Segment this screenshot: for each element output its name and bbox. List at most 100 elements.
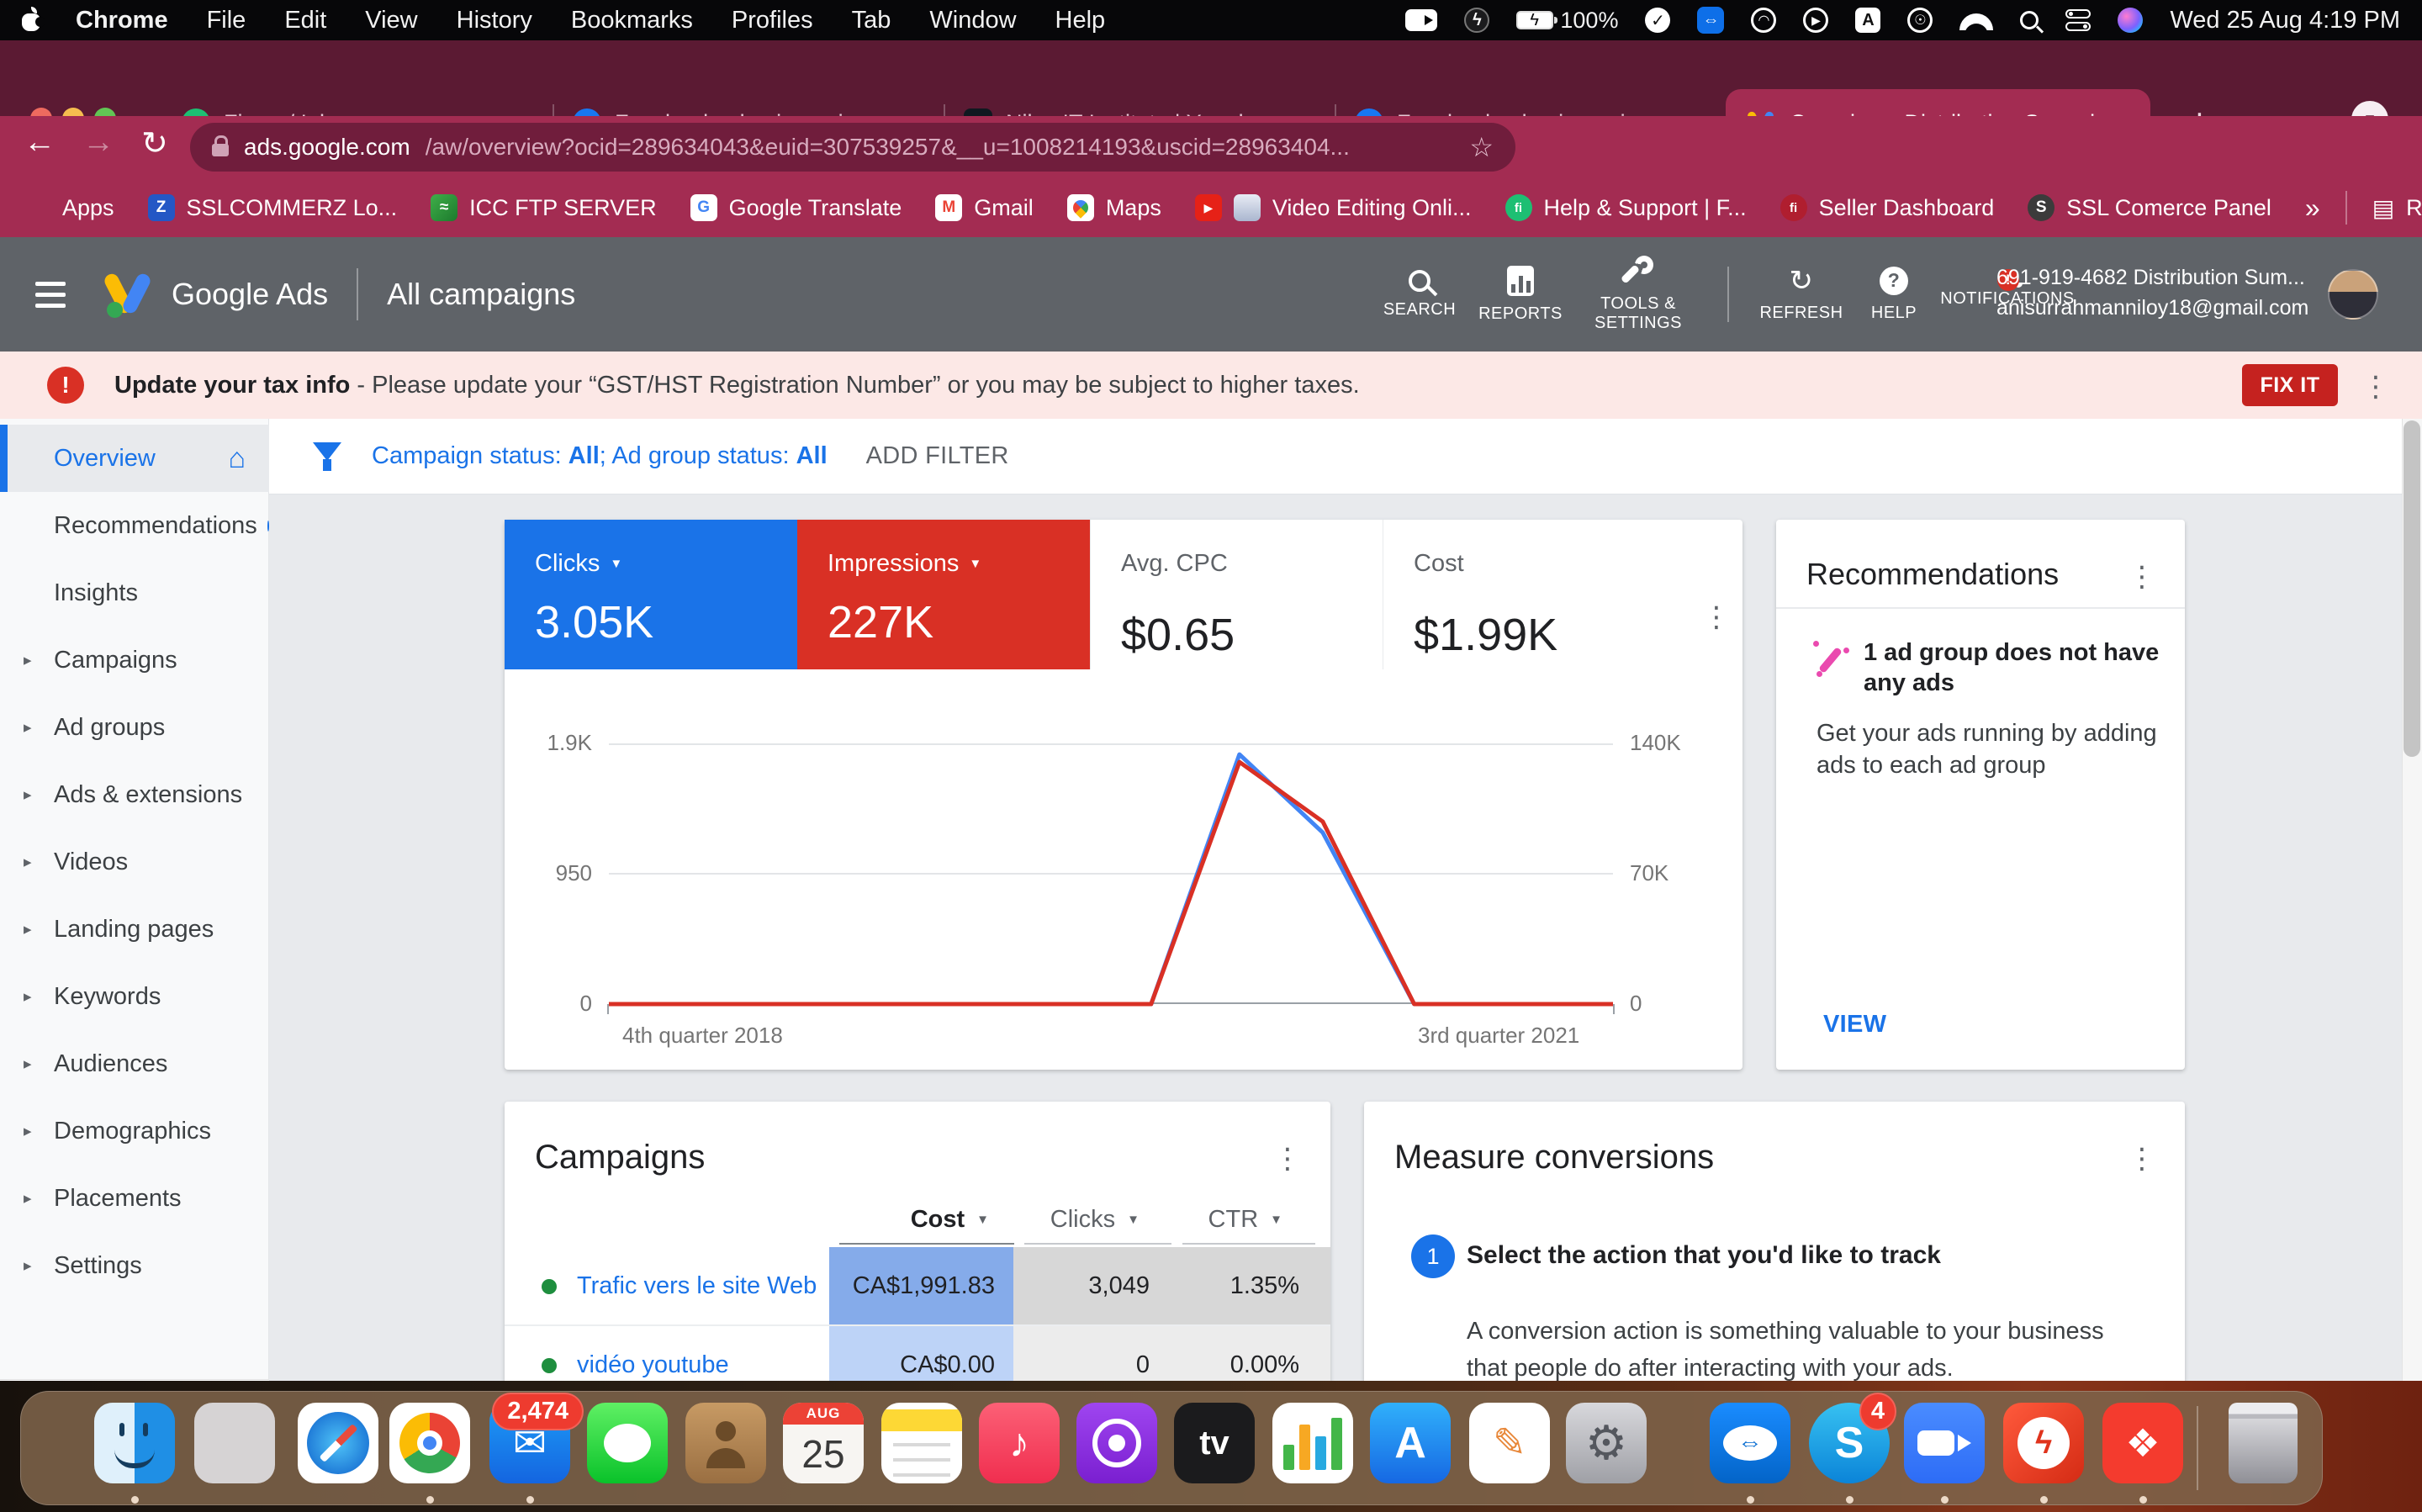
bookmark-icc-ftp[interactable]: ≈ ICC FTP SERVER bbox=[431, 194, 657, 221]
card-kebab-icon[interactable]: ⋮ bbox=[1273, 1142, 1302, 1176]
page-scrollbar-thumb[interactable] bbox=[2403, 420, 2420, 757]
sidebar-item-videos[interactable]: ▸Videos bbox=[0, 828, 269, 896]
metric-cost[interactable]: Cost $1.99K bbox=[1383, 520, 1675, 669]
forward-button[interactable]: → bbox=[82, 124, 114, 161]
metric-clicks[interactable]: Clicks▼ 3.05K bbox=[505, 520, 797, 669]
dock-contacts-icon[interactable] bbox=[685, 1403, 766, 1483]
reading-list-button[interactable]: ▤ Reading List bbox=[2372, 194, 2422, 222]
time-series-plot[interactable] bbox=[609, 743, 1613, 1004]
dock-podcasts-icon[interactable] bbox=[1076, 1403, 1157, 1483]
menu-view[interactable]: View bbox=[365, 7, 417, 34]
dock-teamviewer-icon[interactable]: ⇔ bbox=[1710, 1403, 1790, 1483]
chart-kebab-icon[interactable]: ⋮ bbox=[1702, 600, 1731, 634]
sidebar-item-placements[interactable]: ▸Placements bbox=[0, 1165, 269, 1232]
menu-profiles[interactable]: Profiles bbox=[732, 7, 813, 34]
sidebar-item-insights[interactable]: Insights bbox=[0, 559, 269, 626]
bookmark-star-icon[interactable]: ☆ bbox=[1469, 131, 1494, 163]
menu-clock[interactable]: Wed 25 Aug 4:19 PM bbox=[2170, 7, 2400, 34]
menu-bookmarks[interactable]: Bookmarks bbox=[571, 7, 693, 34]
shield-check-icon[interactable]: ✓ bbox=[1645, 8, 1670, 33]
sidebar-item-audiences[interactable]: ▸Audiences bbox=[0, 1030, 269, 1097]
dock-notes-icon[interactable] bbox=[881, 1403, 962, 1483]
teamviewer-status-icon[interactable]: ⇔ bbox=[1697, 7, 1724, 34]
dock-safari-icon[interactable] bbox=[298, 1403, 378, 1483]
campaign-link[interactable]: Trafic vers le site Web bbox=[577, 1247, 817, 1324]
wifi-icon[interactable] bbox=[1959, 10, 1993, 30]
status-app-icon[interactable]: ϟ bbox=[1464, 8, 1489, 33]
sidebar-item-landing-pages[interactable]: ▸Landing pages bbox=[0, 896, 269, 963]
battery-indicator[interactable]: ϟ 100% bbox=[1516, 8, 1618, 34]
dock-red-utility-icon[interactable]: ❖ bbox=[2102, 1403, 2183, 1483]
spotlight-icon[interactable] bbox=[2020, 11, 2039, 29]
menu-edit[interactable]: Edit bbox=[284, 7, 326, 34]
dock-music-icon[interactable]: ♪ bbox=[979, 1403, 1060, 1483]
filter-value-2[interactable]: All bbox=[796, 442, 828, 469]
refresh-nav-button[interactable]: ↻ REFRESH bbox=[1751, 267, 1852, 323]
sidebar-item-settings[interactable]: ▸Settings bbox=[0, 1232, 269, 1299]
lock-icon[interactable] bbox=[212, 144, 229, 156]
back-button[interactable]: ← bbox=[24, 124, 56, 161]
help-nav-button[interactable]: ? HELP bbox=[1852, 267, 1936, 323]
dock-skype-icon[interactable]: S4 bbox=[1809, 1403, 1890, 1483]
bookmark-gmail[interactable]: M Gmail bbox=[935, 194, 1034, 221]
bookmark-maps[interactable]: Maps bbox=[1067, 194, 1161, 221]
card-kebab-icon[interactable]: ⋮ bbox=[2128, 1142, 2156, 1176]
banner-kebab-icon[interactable]: ⋮ bbox=[2361, 370, 2390, 404]
dock-trash-icon[interactable] bbox=[2229, 1403, 2298, 1483]
reload-button[interactable]: ↻ bbox=[141, 124, 168, 162]
dock-launchpad-icon[interactable] bbox=[194, 1403, 275, 1483]
play-status-icon[interactable]: ▶ bbox=[1803, 8, 1828, 33]
bookmark-seller-dashboard[interactable]: fi Seller Dashboard bbox=[1780, 194, 1995, 221]
screen-record-icon[interactable] bbox=[1405, 9, 1437, 31]
menu-tab[interactable]: Tab bbox=[852, 7, 891, 34]
filter-label-2[interactable]: Ad group status: bbox=[611, 442, 796, 469]
account-avatar[interactable] bbox=[2328, 269, 2378, 320]
menu-help[interactable]: Help bbox=[1055, 7, 1106, 34]
sidebar-item-ads-extensions[interactable]: ▸Ads & extensions bbox=[0, 761, 269, 828]
bookmark-google-translate[interactable]: G Google Translate bbox=[690, 194, 902, 221]
input-source-icon[interactable]: A bbox=[1855, 8, 1880, 33]
control-center-icon[interactable] bbox=[2065, 9, 2091, 31]
sidebar-item-overview[interactable]: Overview ⌂ bbox=[0, 425, 269, 492]
metric-impressions[interactable]: Impressions▼ 227K bbox=[797, 520, 1090, 669]
card-kebab-icon[interactable]: ⋮ bbox=[2128, 560, 2156, 594]
dock-chrome-icon[interactable] bbox=[389, 1403, 470, 1483]
reports-nav-button[interactable]: REPORTS bbox=[1470, 266, 1571, 324]
filter-value-1[interactable]: All bbox=[568, 442, 600, 469]
dock-mail-icon[interactable]: ✉2,474 bbox=[489, 1403, 570, 1483]
view-link[interactable]: VIEW bbox=[1823, 1011, 1886, 1039]
sidebar-item-ad-groups[interactable]: ▸Ad groups bbox=[0, 694, 269, 761]
sidebar-item-keywords[interactable]: ▸Keywords bbox=[0, 963, 269, 1030]
dock-splashtop-icon[interactable]: ϟ bbox=[2003, 1403, 2084, 1483]
dock-finder-icon[interactable] bbox=[94, 1403, 175, 1483]
dock-apple-tv-icon[interactable]: tv bbox=[1174, 1403, 1255, 1483]
sidebar-item-recommendations[interactable]: Recommendations bbox=[0, 492, 269, 559]
bookmarks-overflow-chevron[interactable]: » bbox=[2305, 193, 2320, 224]
filter-funnel-icon[interactable] bbox=[313, 442, 341, 471]
column-header-clicks[interactable]: Clicks▼ bbox=[1013, 1196, 1140, 1243]
filter-label-1[interactable]: Campaign status: bbox=[372, 442, 568, 469]
table-row[interactable]: Trafic vers le site Web CA$1,991.83 3,04… bbox=[505, 1247, 1330, 1324]
dock-system-preferences-icon[interactable]: ⚙ bbox=[1566, 1403, 1647, 1483]
bookmark-apps[interactable]: Apps bbox=[25, 195, 114, 221]
siri-icon[interactable] bbox=[2118, 8, 2143, 33]
menu-history[interactable]: History bbox=[457, 7, 532, 34]
dock-zoom-icon[interactable] bbox=[1904, 1403, 1985, 1483]
bookmark-help-support[interactable]: fi Help & Support | F... bbox=[1505, 194, 1747, 221]
dock-messages-icon[interactable] bbox=[587, 1403, 668, 1483]
dock-app-store-icon[interactable]: A bbox=[1370, 1403, 1451, 1483]
hamburger-menu-icon[interactable] bbox=[35, 282, 66, 308]
column-header-ctr[interactable]: CTR▼ bbox=[1177, 1196, 1282, 1243]
dock-pages-icon[interactable]: ✎ bbox=[1469, 1403, 1550, 1483]
apple-menu-icon[interactable] bbox=[22, 9, 40, 31]
dock-numbers-icon[interactable] bbox=[1272, 1403, 1353, 1483]
accessibility-icon[interactable]: ☉ bbox=[1907, 8, 1933, 33]
creative-cloud-icon[interactable]: ◠ bbox=[1751, 8, 1776, 33]
address-bar[interactable]: ads.google.com /aw/overview?ocid=2896340… bbox=[190, 123, 1515, 172]
menu-window[interactable]: Window bbox=[929, 7, 1016, 34]
bookmark-video-editing[interactable]: ▶ Video Editing Onli... bbox=[1195, 194, 1472, 221]
bookmark-ssl-comerce[interactable]: S SSL Comerce Panel bbox=[2028, 194, 2271, 221]
sidebar-item-campaigns[interactable]: ▸Campaigns bbox=[0, 626, 269, 694]
search-nav-button[interactable]: SEARCH bbox=[1369, 270, 1470, 320]
column-header-cost[interactable]: Cost▼ bbox=[829, 1196, 989, 1243]
